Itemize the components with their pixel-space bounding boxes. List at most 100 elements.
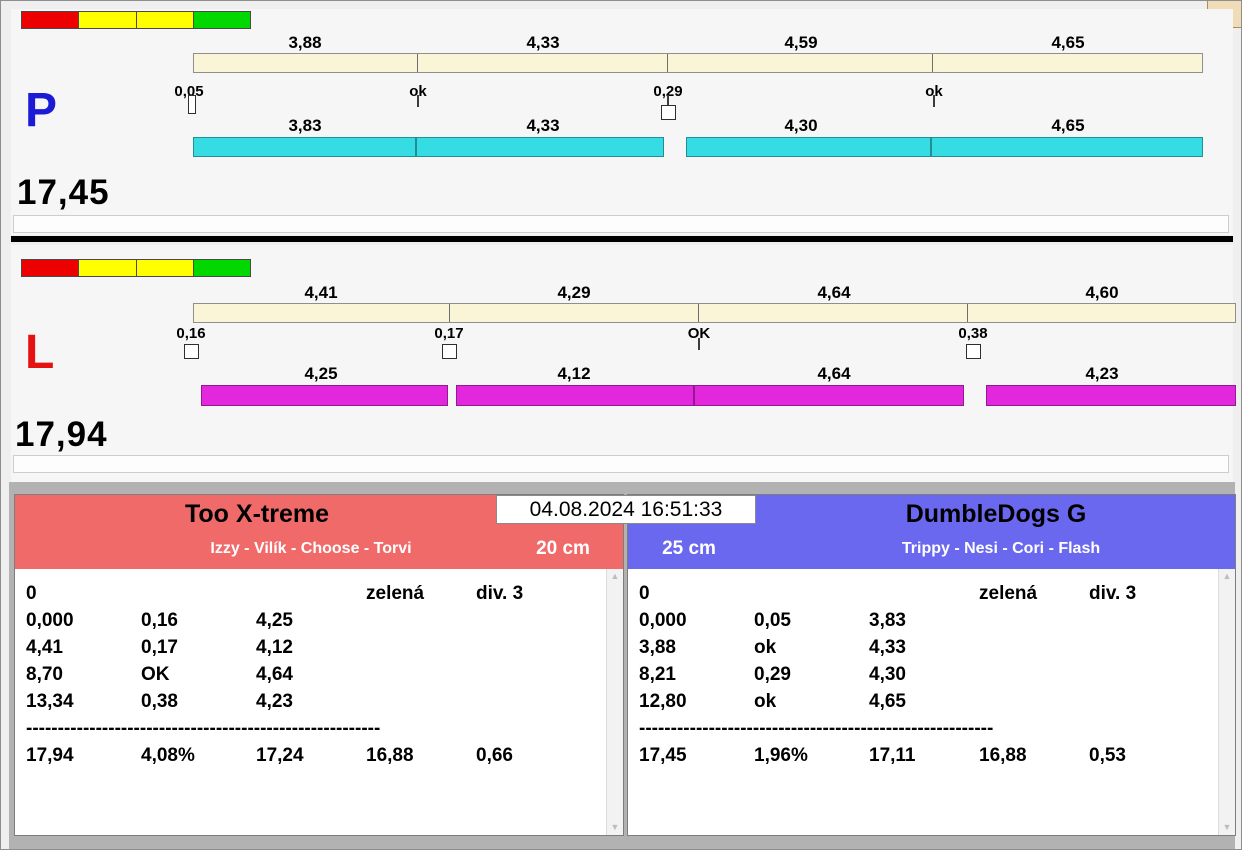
split-time-label: 4,60	[1085, 283, 1119, 302]
fault-checkbox[interactable]	[966, 344, 981, 359]
result-row: 0 zelená div. 3	[639, 580, 1235, 607]
result-row: 8,70 OK 4,64	[26, 661, 623, 688]
scrollbar[interactable]: ▲ ▼	[1218, 569, 1235, 835]
fault-checkbox[interactable]	[188, 95, 196, 114]
run-segment	[201, 385, 448, 406]
split-time-label: 3,88	[288, 33, 322, 52]
datetime-display: 04.08.2024 16:51:33	[496, 495, 756, 524]
plan-segment	[194, 304, 450, 322]
total-cell: 17,45	[639, 745, 687, 766]
total-cell: 17,94	[26, 745, 74, 766]
result-cell: ok	[754, 637, 777, 658]
total-cell: 16,88	[979, 745, 1027, 766]
result-cell: 4,25	[256, 610, 293, 631]
run-segment	[193, 137, 416, 157]
result-cell	[366, 607, 476, 634]
net-time-label: 4,23	[1085, 364, 1119, 383]
total-cell: 4,08%	[141, 745, 195, 766]
separator-line: ----------------------------------------…	[26, 718, 381, 739]
lane-p: P 3,88 4,33 4,59 4,65 0,05 ok 0,29 ok 3,…	[11, 9, 1233, 235]
result-cell: 0,05	[754, 610, 791, 631]
fault-value-label: 0,16	[176, 325, 206, 342]
result-cell	[979, 688, 1089, 715]
team-results-right: 0 zelená div. 3 0,000 0,05 3,83 3,88 ok	[628, 569, 1235, 835]
result-cell: 4,12	[256, 637, 293, 658]
scroll-down-icon[interactable]: ▼	[611, 823, 620, 832]
total-cell: 0,53	[1089, 745, 1126, 766]
fault-checkbox[interactable]	[661, 105, 676, 120]
total-cell: 0,66	[476, 745, 513, 766]
net-time-label: 4,65	[1051, 116, 1085, 135]
run-segment	[931, 137, 1203, 157]
result-cell	[366, 634, 476, 661]
team-dogs: Izzy - Vilík - Choose - Torvi	[210, 540, 412, 557]
split-time-label: 4,29	[557, 283, 591, 302]
result-cell	[979, 634, 1089, 661]
scroll-up-icon[interactable]: ▲	[1223, 572, 1232, 581]
fault-checkbox[interactable]	[184, 344, 199, 359]
team-dogs: Trippy - Nesi - Cori - Flash	[901, 540, 1101, 557]
split-time-label: 4,59	[784, 33, 818, 52]
jump-height: 25 cm	[662, 538, 716, 559]
plan-segment	[699, 304, 969, 322]
result-row: 0,000 0,05 3,83	[639, 607, 1235, 634]
result-cell: 3,83	[869, 610, 906, 631]
status-light-red-icon	[22, 12, 80, 28]
result-cell	[366, 661, 476, 688]
net-time-label: 4,64	[817, 364, 851, 383]
result-row: 4,41 0,17 4,12	[26, 634, 623, 661]
scrollbar[interactable]: ▲ ▼	[606, 569, 623, 835]
separator-line: ----------------------------------------…	[639, 718, 994, 739]
status-light-green-icon	[193, 260, 250, 276]
status-light-yellow-icon	[79, 12, 137, 28]
plan-bar	[193, 303, 1236, 323]
section-divider	[11, 236, 1233, 242]
app-window: P 3,88 4,33 4,59 4,65 0,05 ok 0,29 ok 3,…	[0, 0, 1242, 850]
lane-p-total: 17,45	[17, 173, 110, 212]
fault-checkbox[interactable]	[442, 344, 457, 359]
net-time-label: 4,12	[557, 364, 591, 383]
scroll-up-icon[interactable]: ▲	[611, 572, 620, 581]
run-segment	[456, 385, 694, 406]
result-row: 12,80 ok 4,65	[639, 688, 1235, 715]
result-cell: div. 3	[476, 583, 524, 604]
result-cell: 4,33	[869, 637, 906, 658]
result-cell: 4,23	[256, 691, 293, 712]
tick-mark	[698, 338, 700, 350]
result-cell: 0,000	[639, 610, 687, 631]
tick-mark	[417, 95, 419, 107]
result-cell: 0,16	[141, 610, 178, 631]
result-cell: 13,34	[26, 691, 74, 712]
result-cell: 0,29	[754, 664, 791, 685]
plan-segment	[933, 54, 1202, 72]
result-cell: ok	[754, 691, 777, 712]
result-cell	[256, 580, 366, 607]
plan-segment	[668, 54, 934, 72]
total-cell: 17,11	[869, 745, 916, 766]
result-cell	[476, 607, 623, 634]
result-cell	[979, 661, 1089, 688]
team-name: DumbleDogs G	[905, 500, 1087, 528]
result-cell: 0,000	[26, 610, 74, 631]
net-time-label: 4,33	[526, 116, 560, 135]
status-lights	[21, 259, 251, 277]
run-segment	[686, 137, 931, 157]
run-bar	[193, 137, 1203, 157]
run-segment	[986, 385, 1236, 406]
team-results-left: 0 zelená div. 3 0,000 0,16 4,25 4,41 0,1…	[15, 569, 623, 835]
run-bar	[201, 385, 1236, 406]
result-cell: zelená	[979, 583, 1038, 604]
run-segment	[694, 385, 964, 406]
result-cell: 0,17	[141, 637, 178, 658]
result-cell: div. 3	[1089, 583, 1137, 604]
lane-l-letter: L	[25, 326, 55, 379]
result-cell: OK	[141, 664, 170, 685]
net-time-label: 3,83	[288, 116, 322, 135]
scroll-down-icon[interactable]: ▼	[1223, 823, 1232, 832]
result-row: 0 zelená div. 3	[26, 580, 623, 607]
run-segment	[416, 137, 664, 157]
status-light-green-icon	[193, 12, 250, 28]
totals-row: 17,94 4,08% 17,24 16,88 0,66	[26, 742, 623, 769]
split-time-label: 4,33	[526, 33, 560, 52]
result-row: 8,21 0,29 4,30	[639, 661, 1235, 688]
